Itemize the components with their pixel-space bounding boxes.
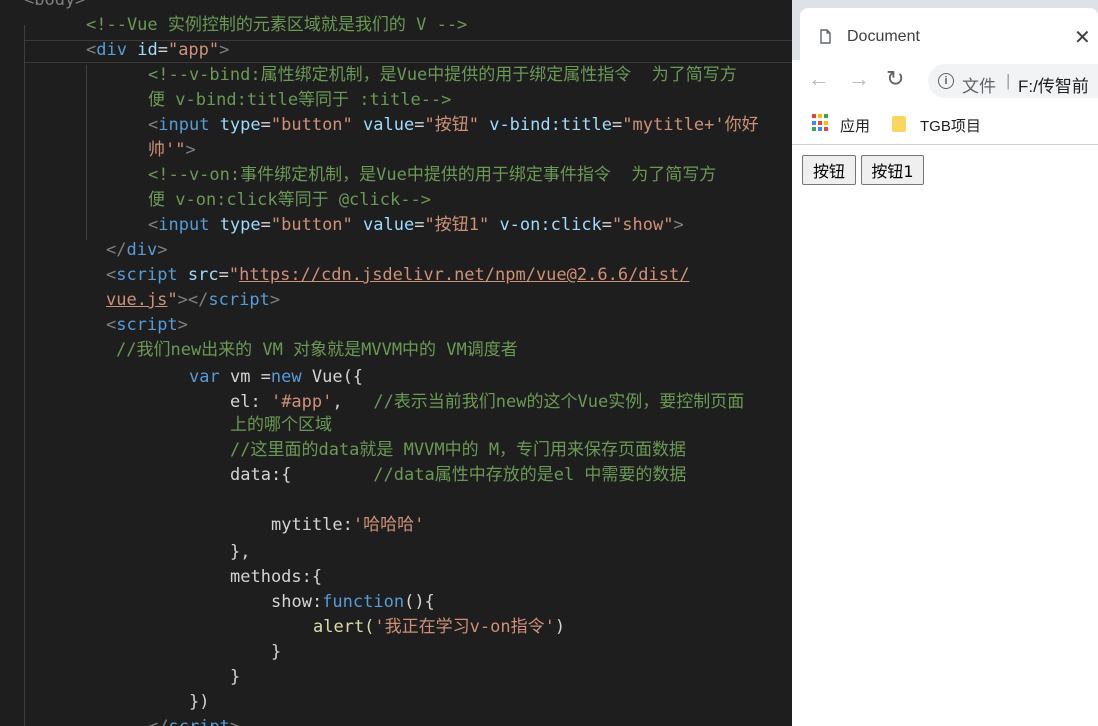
bookmark-folder-tgb[interactable]: TGB项目 xyxy=(920,115,981,136)
close-icon[interactable]: ✕ xyxy=(1074,25,1091,50)
code-line: <input type="button" value="按钮1" v-on:cl… xyxy=(148,215,684,235)
code-line: //这里面的data就是 MVVM中的 M，专门用来保存页面数据 xyxy=(230,440,687,460)
apps-grid-dot xyxy=(812,120,816,125)
code-line: alert('我正在学习v-on指令') xyxy=(313,617,566,637)
code-line: <input type="button" value="按钮" v-bind:t… xyxy=(148,115,759,135)
code-line: }) xyxy=(189,692,210,712)
code-line: methods:{ xyxy=(230,567,323,587)
code-line: </div> xyxy=(106,240,168,260)
address-url[interactable]: F:/传智前 xyxy=(1018,72,1089,97)
tab-title: Document xyxy=(847,28,920,45)
apps-grid-dot xyxy=(824,127,828,132)
code-line: <script> xyxy=(106,315,188,335)
info-icon[interactable]: i xyxy=(938,73,954,89)
code-line: 上的哪个区域 xyxy=(230,415,332,435)
apps-grid-dot xyxy=(824,120,828,125)
code-line: 便 v-bind:title等同于 :title--> xyxy=(148,90,452,110)
code-line: <!--Vue 实例控制的元素区域就是我们的 V --> xyxy=(86,15,468,35)
code-line: } xyxy=(230,667,241,687)
address-bar[interactable]: i 文件 | F:/传智前 xyxy=(928,64,1098,98)
apps-grid-dot xyxy=(818,120,822,125)
code-line: var vm =new Vue({ xyxy=(189,367,364,387)
page-button-2[interactable]: 按钮1 xyxy=(861,155,924,185)
apps-grid-dot xyxy=(824,114,828,118)
apps-grid-dot xyxy=(812,127,816,132)
code-line: } xyxy=(271,642,282,662)
code-line: show:function(){ xyxy=(271,592,435,612)
tab-strip: Document ✕ xyxy=(792,0,1098,60)
apps-grid-dot xyxy=(818,114,822,118)
code-line: <!--v-on:事件绑定机制，是Vue中提供的用于绑定事件指令 为了简写方 xyxy=(148,165,717,185)
code-line: <body> xyxy=(24,0,86,10)
code-line: <!--v-bind:属性绑定机制，是Vue中提供的用于绑定属性指令 为了简写方 xyxy=(148,65,737,85)
back-arrow-icon[interactable]: ← xyxy=(808,68,830,90)
reload-icon[interactable]: ↻ xyxy=(886,68,904,90)
page-button-1[interactable]: 按钮 xyxy=(802,155,856,185)
address-separator: | xyxy=(1006,71,1011,90)
apps-grid-icon[interactable] xyxy=(812,114,830,132)
forward-arrow-icon[interactable]: → xyxy=(848,68,870,90)
code-line: <div id="app"> xyxy=(86,40,230,60)
code-editor[interactable]: <body> <!--Vue 实例控制的元素区域就是我们的 V --> <div… xyxy=(0,0,792,726)
code-line: <script src="https://cdn.jsdelivr.net/np… xyxy=(106,265,690,285)
code-line: 帅'"> xyxy=(148,140,196,160)
code-line: //我们new出来的 VM 对象就是MVVM中的 VM调度者 xyxy=(116,340,518,360)
code-line: mytitle:'哈哈哈' xyxy=(271,515,425,535)
browser-window: Document ✕ ← → ↻ i 文件 | F:/传智前 应用 TGB项目 … xyxy=(792,0,1098,726)
bookmarks-bar: 应用 TGB项目 xyxy=(792,104,1098,145)
apps-grid-dot xyxy=(812,114,816,118)
code-line: data:{ //data属性中存放的是el 中需要的数据 xyxy=(230,465,687,485)
code-line: }, xyxy=(230,542,251,562)
apps-grid-dot xyxy=(818,127,822,132)
indent-guide xyxy=(86,65,87,240)
folder-icon[interactable] xyxy=(892,116,906,132)
code-line: </script> xyxy=(148,715,240,726)
address-scheme-label: 文件 xyxy=(962,77,996,96)
code-line: 便 v-on:click等同于 @click--> xyxy=(148,190,431,210)
document-icon xyxy=(820,29,831,44)
bookmark-apps[interactable]: 应用 xyxy=(840,115,870,136)
code-line: el: '#app', //表示当前我们new的这个Vue实例，要控制页面 xyxy=(230,392,745,412)
code-line: vue.js"></script> xyxy=(106,290,281,310)
indent-guide xyxy=(24,25,25,726)
tab-document[interactable]: Document ✕ xyxy=(800,8,1098,60)
